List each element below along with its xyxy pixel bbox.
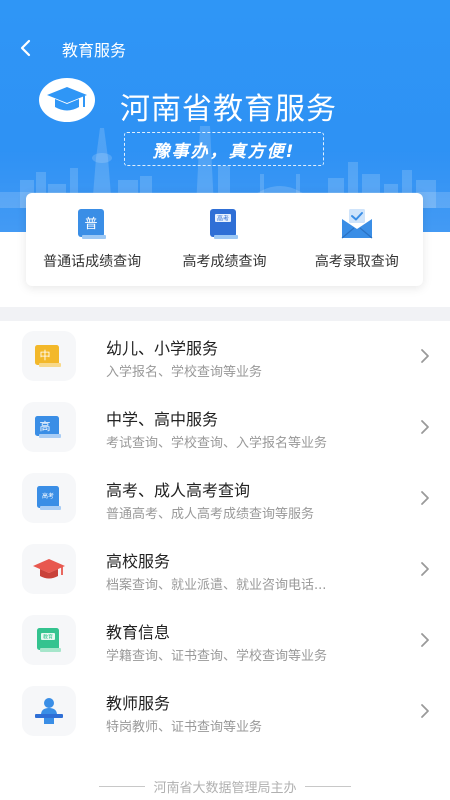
quick-link-putonghua[interactable]: 普 普通话成绩查询 (26, 193, 158, 286)
row-subtitle: 普通高考、成人高考成绩查询等服务 (106, 507, 315, 522)
footer-divider-line (304, 785, 351, 787)
footer-text: 河南省大数据管理局主办 (153, 780, 297, 796)
row-icon-glyph: 教育 (43, 634, 53, 641)
row-subtitle: 特岗教师、证书查询等业务 (106, 720, 263, 735)
graduation-cap-icon (33, 559, 65, 579)
chevron-right-icon (421, 491, 429, 505)
row-subtitle: 学籍查询、证书查询、学校查询等业务 (106, 649, 328, 664)
service-list: 中 幼儿、小学服务 入学报名、学校查询等业务 高 中学、高中服务 考试查询、学校… (0, 321, 450, 747)
chevron-right-icon (421, 420, 429, 434)
quick-link-admission[interactable]: 高考录取查询 (291, 193, 423, 286)
footer-divider-line (99, 785, 146, 787)
list-item-gaokao[interactable]: 高考 高考、成人高考查询 普通高考、成人高考成绩查询等服务 (0, 463, 450, 534)
banner-title: 河南省教育服务 (120, 92, 337, 127)
page-title: 教育服务 (62, 41, 127, 60)
primary-school-book-icon: 中 (35, 345, 61, 367)
quick-link-label: 高考录取查询 (314, 254, 399, 270)
row-icon-container (22, 686, 76, 736)
list-item-teacher[interactable]: 教师服务 特岗教师、证书查询等业务 (0, 676, 450, 747)
education-info-icon: 教育 (37, 628, 61, 652)
chevron-left-icon (20, 39, 31, 57)
row-icon-container: 高考 (22, 473, 76, 523)
list-item-education-info[interactable]: 教育 教育信息 学籍查询、证书查询、学校查询等业务 (0, 605, 450, 676)
chevron-right-icon (421, 704, 429, 718)
chevron-right-icon (421, 562, 429, 576)
admission-envelope-icon (341, 209, 373, 239)
quick-link-gaokao-score[interactable]: 高考 高考成绩查询 (158, 193, 290, 286)
putonghua-book-icon: 普 (78, 209, 107, 239)
row-icon-glyph: 中 (40, 349, 51, 362)
back-button[interactable] (12, 34, 40, 62)
nav-bar: 教育服务 (0, 30, 450, 66)
row-icon-container: 中 (22, 331, 76, 381)
row-icon-glyph: 高 (40, 419, 51, 433)
slogan-text: 豫事办，真方便! (152, 141, 296, 162)
row-subtitle: 考试查询、学校查询、入学报名等业务 (106, 436, 328, 451)
row-title: 幼儿、小学服务 (106, 339, 219, 358)
row-icon-container (22, 544, 76, 594)
slogan-box: 豫事办，真方便! (124, 132, 324, 166)
row-subtitle: 档案查询、就业派遣、就业咨询电话... (106, 578, 327, 593)
list-item-primary-school[interactable]: 中 幼儿、小学服务 入学报名、学校查询等业务 (0, 321, 450, 392)
quick-link-label: 普通话成绩查询 (43, 254, 142, 270)
graduation-cap-logo-icon (39, 78, 95, 122)
row-icon-glyph: 高考 (42, 492, 54, 500)
putonghua-icon-glyph: 普 (85, 217, 98, 232)
footer: 河南省大数据管理局主办 (0, 772, 450, 800)
row-title: 高校服务 (106, 552, 171, 571)
gaokao-book-icon: 高考 (210, 209, 239, 239)
quick-link-label: 高考成绩查询 (182, 254, 267, 270)
row-title: 教师服务 (106, 694, 171, 713)
teacher-podium-icon (35, 698, 63, 724)
row-icon-container: 高 (22, 402, 76, 452)
quick-links-card: 普 普通话成绩查询 高考 高考成绩查询 高考录取查询 (26, 193, 423, 286)
row-title: 中学、高中服务 (106, 410, 219, 429)
row-icon-container: 教育 (22, 615, 76, 665)
high-school-book-icon: 高 (35, 416, 61, 438)
section-divider (0, 307, 450, 321)
row-title: 教育信息 (106, 623, 171, 642)
list-item-high-school[interactable]: 高 中学、高中服务 考试查询、学校查询、入学报名等业务 (0, 392, 450, 463)
chevron-right-icon (421, 633, 429, 647)
chevron-right-icon (421, 349, 429, 363)
exam-book-icon: 高考 (37, 486, 61, 510)
row-title: 高考、成人高考查询 (106, 481, 251, 500)
gaokao-icon-glyph: 高考 (217, 215, 229, 223)
row-subtitle: 入学报名、学校查询等业务 (106, 365, 263, 380)
list-item-university[interactable]: 高校服务 档案查询、就业派遣、就业咨询电话... (0, 534, 450, 605)
